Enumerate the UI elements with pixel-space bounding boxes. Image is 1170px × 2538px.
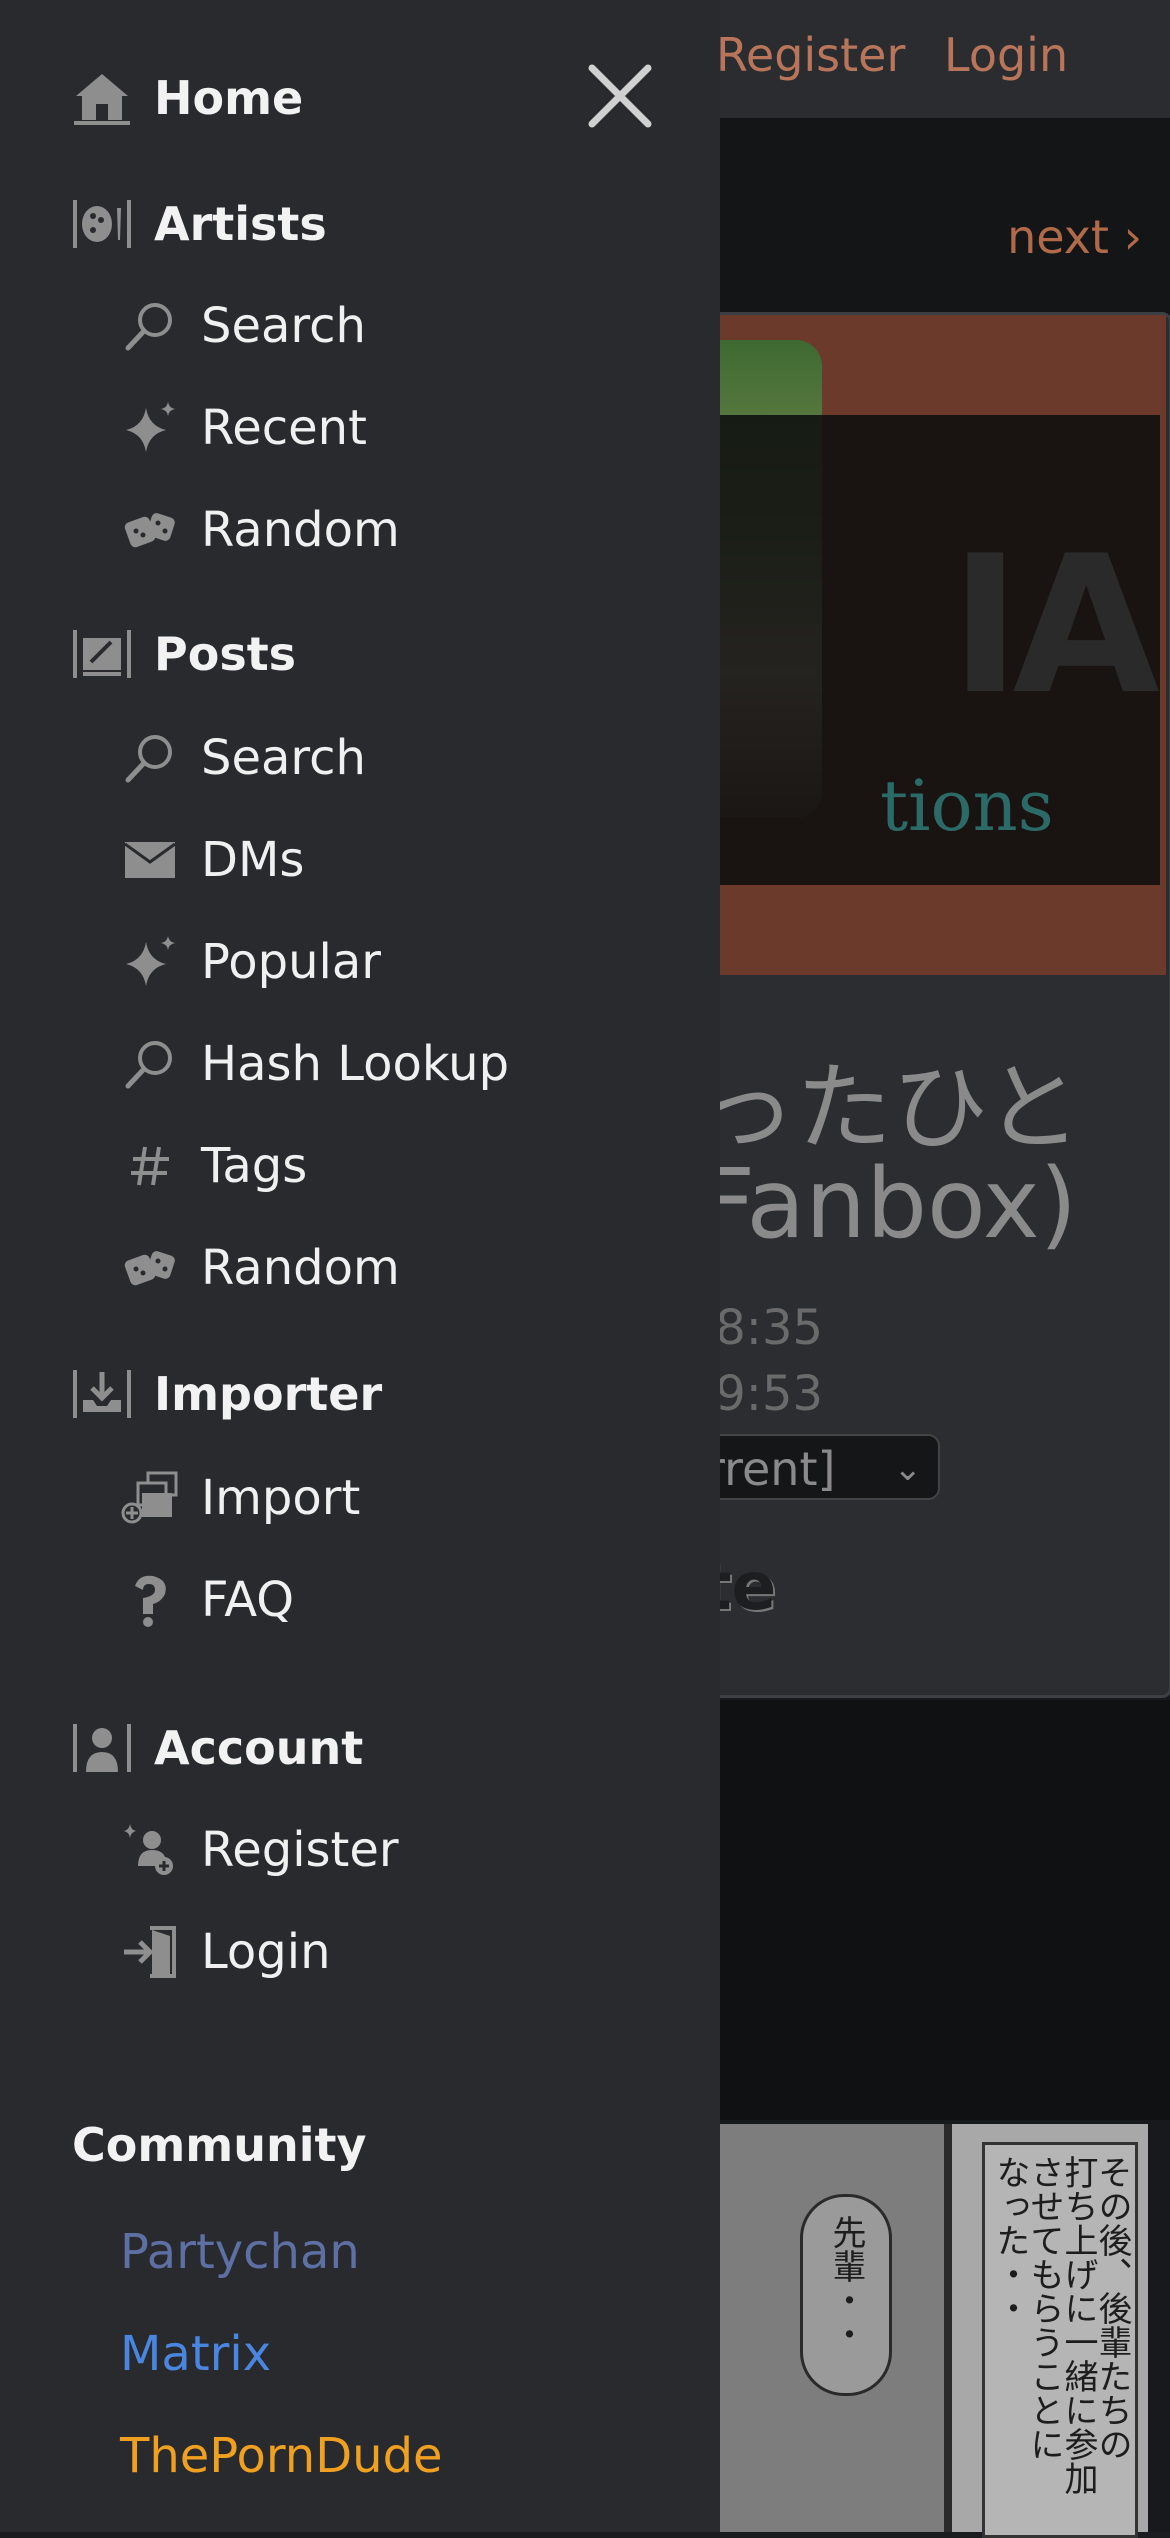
sidebar-item-importer-faq[interactable]: FAQ — [120, 1568, 294, 1632]
sidebar-menu: Home Artists Search Recent Random Posts — [0, 0, 720, 2532]
sidebar-item-posts-popular[interactable]: Popular — [120, 930, 381, 994]
next-link[interactable]: next › — [1007, 210, 1142, 264]
sidebar-item-posts-search[interactable]: Search — [120, 726, 366, 790]
theporndude-link[interactable]: ThePornDude — [120, 2428, 443, 2484]
login-icon — [120, 1920, 180, 1984]
sidebar-item-label: Random — [201, 1240, 400, 1296]
posts-icon — [70, 622, 134, 686]
narration-col4: なった・・ — [990, 2155, 1030, 2325]
sidebar-item-label: Hash Lookup — [201, 1036, 510, 1092]
add-user-icon — [120, 1818, 180, 1882]
sparkle-icon — [120, 930, 180, 994]
sidebar-item-home[interactable]: Home — [70, 66, 303, 130]
sidebar-item-posts-tags[interactable]: Tags — [120, 1134, 307, 1198]
dice-icon — [120, 498, 180, 562]
sidebar-section-account[interactable]: Account — [70, 1716, 363, 1780]
sidebar-item-label: Home — [154, 71, 304, 125]
palette-icon — [70, 192, 134, 256]
chevron-down-icon: ⌄ — [893, 1449, 923, 1489]
banner-subtext: tions — [880, 765, 1054, 847]
login-link[interactable]: Login — [944, 28, 1068, 82]
sidebar-item-posts-hash-lookup[interactable]: Hash Lookup — [120, 1032, 509, 1096]
sidebar-item-account-register[interactable]: Register — [120, 1818, 399, 1882]
sparkle-icon — [120, 396, 180, 460]
revision-select-value: rrent] — [706, 1442, 836, 1496]
partychan-link[interactable]: Partychan — [120, 2224, 360, 2280]
sidebar-item-artists-random[interactable]: Random — [120, 498, 400, 562]
sidebar-item-label: FAQ — [201, 1572, 294, 1628]
narration-box: その後、後輩たちの 打ち上げに一緒に参加 させてもらうことに なった・・ — [982, 2142, 1138, 2538]
envelope-icon — [120, 828, 180, 892]
user-icon — [70, 1716, 134, 1780]
sidebar-section-label: Importer — [154, 1367, 383, 1421]
home-icon — [70, 66, 134, 130]
download-icon — [70, 1362, 134, 1426]
question-icon — [120, 1568, 180, 1632]
sidebar-item-account-login[interactable]: Login — [120, 1920, 331, 1984]
sidebar-section-label: Account — [154, 1721, 364, 1775]
register-link[interactable]: Register — [716, 28, 905, 82]
sidebar-section-posts[interactable]: Posts — [70, 622, 296, 686]
sidebar-item-artists-search[interactable]: Search — [120, 294, 366, 358]
sidebar-item-label: Recent — [201, 400, 367, 456]
hash-icon — [120, 1134, 180, 1198]
sidebar-item-posts-random[interactable]: Random — [120, 1236, 400, 1300]
bubble-text: 先輩・・ — [826, 2215, 866, 2351]
sidebar-item-label: Import — [201, 1470, 361, 1526]
sidebar-section-importer[interactable]: Importer — [70, 1362, 382, 1426]
sidebar-item-label: Tags — [201, 1138, 308, 1194]
sidebar-item-label: Popular — [201, 934, 381, 990]
sidebar-item-importer-import[interactable]: Import — [120, 1466, 360, 1530]
post-title-line2: Fanbox) — [700, 1148, 1078, 1260]
search-icon — [120, 1032, 180, 1096]
search-icon — [120, 726, 180, 790]
matrix-link[interactable]: Matrix — [120, 2326, 271, 2382]
search-icon — [120, 294, 180, 358]
post-banner: IA tions — [700, 315, 1166, 975]
import-icon — [120, 1466, 180, 1530]
banner-text: IA — [950, 515, 1160, 736]
sidebar-item-posts-dms[interactable]: DMs — [120, 828, 304, 892]
sidebar-item-label: Random — [201, 502, 400, 558]
sidebar-item-artists-recent[interactable]: Recent — [120, 396, 367, 460]
sidebar-section-label: Posts — [154, 627, 297, 681]
manga-panel: その後、後輩たちの 打ち上げに一緒に参加 させてもらうことに なった・・ — [944, 2124, 1148, 2538]
sidebar-item-label: DMs — [201, 832, 305, 888]
sidebar-item-label: Search — [201, 730, 366, 786]
dice-icon — [120, 1236, 180, 1300]
manga-image: 先輩・・ その後、後輩たちの 打ち上げに一緒に参加 させてもらうことに なった・… — [700, 2124, 1148, 2538]
close-icon[interactable] — [586, 62, 654, 130]
post-content-area — [700, 1700, 1170, 2120]
speech-bubble: 先輩・・ — [800, 2194, 892, 2396]
revision-select[interactable]: rrent] ⌄ — [690, 1434, 940, 1500]
community-heading: Community — [72, 2118, 367, 2172]
sidebar-item-label: Login — [201, 1924, 331, 1980]
sidebar-section-label: Artists — [154, 197, 327, 251]
sidebar-section-artists[interactable]: Artists — [70, 192, 327, 256]
sidebar-item-label: Search — [201, 298, 366, 354]
sidebar-item-label: Register — [201, 1822, 399, 1878]
